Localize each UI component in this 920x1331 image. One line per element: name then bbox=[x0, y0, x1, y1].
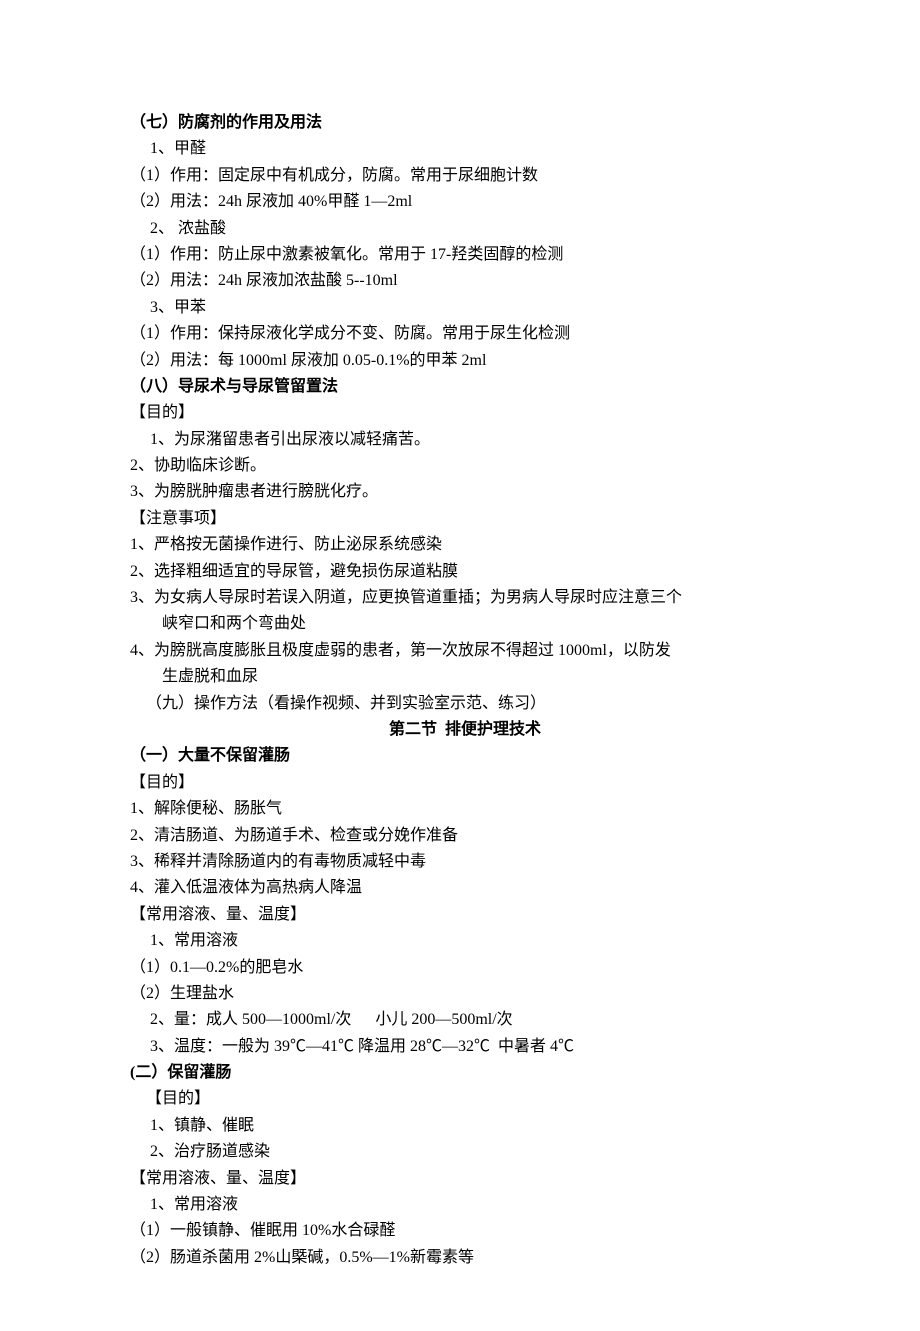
text-line: 1、为尿潴留患者引出尿液以减轻痛苦。 bbox=[130, 427, 800, 453]
text-line: 生虚脱和血尿 bbox=[130, 664, 800, 690]
text-line: (二）保留灌肠 bbox=[130, 1060, 800, 1086]
text-line: 【目的】 bbox=[130, 1086, 800, 1112]
text-line: （1）作用：固定尿中有机成分，防腐。常用于尿细胞计数 bbox=[130, 163, 800, 189]
text-line: 2、量：成人 500—1000ml/次 小儿 200—500ml/次 bbox=[130, 1007, 800, 1033]
text-line: （2）用法：每 1000ml 尿液加 0.05-0.1%的甲苯 2ml bbox=[130, 348, 800, 374]
text-line: （2）生理盐水 bbox=[130, 981, 800, 1007]
text-line: （1）作用：保持尿液化学成分不变、防腐。常用于尿生化检测 bbox=[130, 321, 800, 347]
text-line: （七）防腐剂的作用及用法 bbox=[130, 110, 800, 136]
text-line: 1、常用溶液 bbox=[130, 928, 800, 954]
text-line: 1、常用溶液 bbox=[130, 1192, 800, 1218]
text-line: 1、镇静、催眠 bbox=[130, 1113, 800, 1139]
text-line: 2、清洁肠道、为肠道手术、检查或分娩作准备 bbox=[130, 823, 800, 849]
text-line: 3、温度：一般为 39℃—41℃ 降温用 28℃—32℃ 中暑者 4℃ bbox=[130, 1034, 800, 1060]
text-line: 3、稀释并清除肠道内的有毒物质减轻中毒 bbox=[130, 849, 800, 875]
text-line: 2、选择粗细适宜的导尿管，避免损伤尿道粘膜 bbox=[130, 559, 800, 585]
text-line: （1）0.1—0.2%的肥皂水 bbox=[130, 955, 800, 981]
text-line: （八）导尿术与导尿管留置法 bbox=[130, 374, 800, 400]
text-line: 3、甲苯 bbox=[130, 295, 800, 321]
text-line: （2）肠道杀菌用 2%山槩碱，0.5%—1%新霉素等 bbox=[130, 1245, 800, 1271]
text-line: 2、治疗肠道感染 bbox=[130, 1139, 800, 1165]
text-line: 峡窄口和两个弯曲处 bbox=[130, 611, 800, 637]
text-line: 3、为女病人导尿时若误入阴道，应更换管道重插；为男病人导尿时应注意三个 bbox=[130, 585, 800, 611]
document-body: （七）防腐剂的作用及用法 1、甲醛（1）作用：固定尿中有机成分，防腐。常用于尿细… bbox=[130, 110, 800, 1271]
text-line: 第二节 排便护理技术 bbox=[130, 717, 800, 743]
text-line: 【常用溶液、量、温度】 bbox=[130, 902, 800, 928]
text-line: 【常用溶液、量、温度】 bbox=[130, 1166, 800, 1192]
text-line: 【目的】 bbox=[130, 770, 800, 796]
text-line: （2）用法：24h 尿液加浓盐酸 5--10ml bbox=[130, 268, 800, 294]
text-line: （1）一般镇静、催眠用 10%水合碌醛 bbox=[130, 1218, 800, 1244]
text-line: 2、 浓盐酸 bbox=[130, 216, 800, 242]
text-line: （九）操作方法（看操作视频、并到实验室示范、练习） bbox=[130, 691, 800, 717]
text-line: （一）大量不保留灌肠 bbox=[130, 743, 800, 769]
text-line: 4、为膀胱高度膨胀且极度虚弱的患者，第一次放尿不得超过 1000ml，以防发 bbox=[130, 638, 800, 664]
text-line: 1、甲醛 bbox=[130, 136, 800, 162]
text-line: 【注意事项】 bbox=[130, 506, 800, 532]
text-line: 1、解除便秘、肠胀气 bbox=[130, 796, 800, 822]
text-line: （2）用法：24h 尿液加 40%甲醛 1—2ml bbox=[130, 189, 800, 215]
text-line: 1、严格按无菌操作进行、防止泌尿系统感染 bbox=[130, 532, 800, 558]
text-line: 4、灌入低温液体为高热病人降温 bbox=[130, 875, 800, 901]
text-line: （1）作用：防止尿中激素被氧化。常用于 17-羟类固醇的检测 bbox=[130, 242, 800, 268]
text-line: 3、为膀胱肿瘤患者进行膀胱化疗。 bbox=[130, 479, 800, 505]
text-line: 【目的】 bbox=[130, 400, 800, 426]
text-line: 2、协助临床诊断。 bbox=[130, 453, 800, 479]
